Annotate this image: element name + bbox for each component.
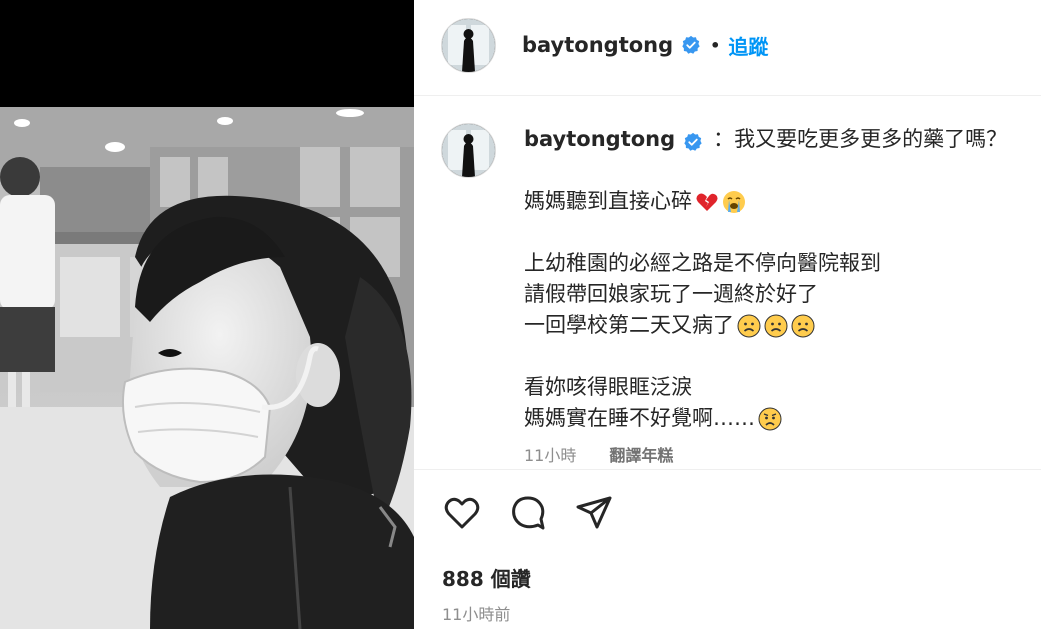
caption-text-line-7: 媽媽實在睡不好覺啊…… bbox=[524, 406, 755, 430]
caption-avatar[interactable] bbox=[442, 124, 495, 177]
post-header: baytongtong • 追蹤 bbox=[414, 0, 1041, 96]
caption-text-line-1: ：我又要吃更多更多的藥了嗎？ bbox=[713, 127, 1008, 151]
post-image[interactable] bbox=[0, 107, 414, 629]
caption-line-3: 上幼稚園的必經之路是不停向醫院報到 bbox=[524, 248, 1024, 279]
caption-meta: 11小時 翻譯年糕 bbox=[524, 442, 673, 466]
caption-line-5: 一回學校第二天又病了 bbox=[524, 310, 1024, 341]
caption-text-line-6: 看妳咳得眼眶泛淚 bbox=[524, 375, 692, 399]
action-bar bbox=[442, 493, 614, 533]
post-timestamp[interactable]: 11小時前 bbox=[442, 601, 510, 625]
caption-username[interactable]: baytongtong bbox=[524, 124, 675, 155]
caption-line-2: 媽媽聽到直接心碎 bbox=[524, 186, 1024, 217]
caption-text-line-5: 一回學校第二天又病了 bbox=[524, 313, 734, 337]
slightly-frowning-face-emoji bbox=[764, 314, 788, 338]
avatar[interactable] bbox=[442, 19, 495, 72]
follow-button[interactable]: 追蹤 bbox=[728, 31, 768, 60]
separator-dot: • bbox=[710, 35, 721, 55]
section-divider bbox=[414, 469, 1041, 470]
caption-first-line: baytongtong ：我又要吃更多更多的藥了嗎？ bbox=[524, 124, 1024, 155]
post-photo[interactable] bbox=[0, 0, 414, 629]
post-details-panel: baytongtong • 追蹤 baytongtong ：我又要吃更多更多的藥… bbox=[414, 0, 1041, 629]
verified-badge-icon bbox=[681, 35, 701, 55]
caption-line-4: 請假帶回娘家玩了一週終於好了 bbox=[524, 279, 1024, 310]
caption-text-line-3: 上幼稚園的必經之路是不停向醫院報到 bbox=[524, 251, 881, 275]
worried-face-emoji bbox=[758, 407, 782, 431]
username-link[interactable]: baytongtong bbox=[522, 33, 673, 57]
caption-line-7: 媽媽實在睡不好覺啊…… bbox=[524, 403, 1024, 434]
share-icon[interactable] bbox=[574, 493, 614, 533]
caption-text-line-2: 媽媽聽到直接心碎 bbox=[524, 189, 692, 213]
heart-icon[interactable] bbox=[442, 493, 482, 533]
comment-icon[interactable] bbox=[508, 493, 548, 533]
post-caption: baytongtong ：我又要吃更多更多的藥了嗎？ 媽媽聽到直接心碎 上幼稚園… bbox=[524, 124, 1024, 434]
caption-area: baytongtong ：我又要吃更多更多的藥了嗎？ 媽媽聽到直接心碎 上幼稚園… bbox=[414, 97, 1041, 469]
likes-count[interactable]: 888 個讚 bbox=[442, 563, 531, 592]
slightly-frowning-face-emoji bbox=[737, 314, 761, 338]
caption-age: 11小時 bbox=[524, 446, 577, 465]
broken-heart-emoji bbox=[695, 190, 719, 214]
verified-badge-icon bbox=[683, 130, 703, 151]
loudly-crying-face-emoji bbox=[722, 190, 746, 214]
caption-text-line-4: 請假帶回娘家玩了一週終於好了 bbox=[524, 282, 818, 306]
slightly-frowning-face-emoji bbox=[791, 314, 815, 338]
caption-line-6: 看妳咳得眼眶泛淚 bbox=[524, 372, 1024, 403]
header-username-row: baytongtong • 追蹤 bbox=[522, 30, 768, 60]
see-translation-button[interactable]: 翻譯年糕 bbox=[609, 442, 673, 466]
